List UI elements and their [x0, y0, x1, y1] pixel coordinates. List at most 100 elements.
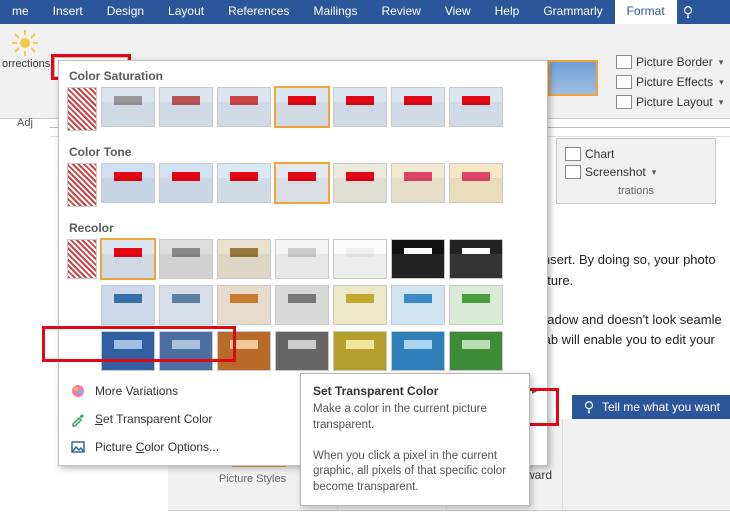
tone-thumb[interactable] — [449, 163, 503, 203]
chart-icon — [565, 147, 581, 161]
tone-thumb[interactable] — [333, 163, 387, 203]
tab-grammarly[interactable]: Grammarly — [531, 0, 614, 24]
tab-insert[interactable]: Insert — [41, 0, 95, 24]
caret-down-icon: ▾ — [719, 97, 724, 108]
corrections-label: orrections — [2, 58, 48, 70]
screenshot-button[interactable]: Screenshot ▾ — [565, 163, 707, 181]
palette-icon — [69, 383, 87, 399]
recolor-thumb[interactable] — [275, 331, 329, 371]
picture-layout-label: Picture Layout — [636, 95, 713, 109]
tab-home[interactable]: me — [0, 0, 41, 24]
recolor-row — [59, 239, 547, 285]
recolor-thumb[interactable] — [275, 239, 329, 279]
picture-effects-button[interactable]: Picture Effects ▾ — [610, 72, 730, 92]
tab-layout[interactable]: Layout — [156, 0, 216, 24]
tab-references[interactable]: References — [216, 0, 301, 24]
recolor-thumb[interactable] — [391, 285, 445, 325]
recolor-thumb[interactable] — [101, 285, 155, 325]
recolor-thumb[interactable] — [333, 285, 387, 325]
caret-down-icon: ▾ — [652, 167, 657, 178]
recolor-thumb[interactable] — [333, 239, 387, 279]
recolor-thumb[interactable] — [217, 331, 271, 371]
recolor-thumb[interactable] — [449, 331, 503, 371]
recolor-thumb[interactable] — [449, 239, 503, 279]
saturation-thumb[interactable] — [217, 87, 271, 127]
picture-layout-button[interactable]: Picture Layout ▾ — [610, 92, 730, 112]
recolor-thumb[interactable] — [391, 239, 445, 279]
caret-down-icon: ▾ — [719, 57, 724, 68]
screenshot-label: Screenshot — [585, 165, 646, 179]
saturation-thumb[interactable] — [101, 87, 155, 127]
saturation-thumb[interactable] — [159, 87, 213, 127]
border-icon — [616, 55, 632, 69]
picture-border-button[interactable]: Picture Border ▾ — [610, 52, 730, 72]
tone-thumb[interactable] — [275, 163, 329, 203]
tooltip-set-transparent: Set Transparent Color Make a color in th… — [300, 373, 530, 506]
tone-row — [59, 163, 547, 213]
tell-me-icon[interactable] — [677, 0, 699, 24]
picture-effects-label: Picture Effects — [636, 75, 713, 89]
picture-border-label: Picture Border — [636, 55, 713, 69]
screenshot-icon — [565, 165, 581, 179]
recolor-row-2 — [59, 285, 547, 331]
saturation-thumb[interactable] — [333, 87, 387, 127]
recolor-thumb[interactable] — [101, 331, 155, 371]
tab-mailings[interactable]: Mailings — [301, 0, 369, 24]
recolor-thumb[interactable] — [449, 285, 503, 325]
tone-thumb[interactable] — [159, 163, 213, 203]
recolor-thumb[interactable] — [333, 331, 387, 371]
saturation-thumb[interactable] — [391, 87, 445, 127]
recolor-thumb[interactable] — [159, 331, 213, 371]
recolor-thumb[interactable] — [217, 239, 271, 279]
tab-review[interactable]: Review — [369, 0, 432, 24]
brightness-icon — [5, 30, 45, 56]
set-transparent-label: SSet Transparent Coloret Transparent Col… — [95, 412, 212, 426]
tab-format[interactable]: Format — [615, 0, 677, 24]
doc-line: hadow and doesn't look seamle — [540, 312, 722, 327]
recolor-section-title: Recolor — [59, 213, 547, 239]
tone-section-title: Color Tone — [59, 137, 547, 163]
recolor-row-3 — [59, 331, 547, 377]
tone-preset-icon[interactable] — [67, 163, 97, 207]
document-body: insert. By doing so, your photoature. ha… — [540, 250, 730, 369]
picture-style-selected[interactable] — [548, 60, 598, 96]
doc-line: insert. By doing so, your photo — [540, 252, 716, 267]
tone-thumb[interactable] — [101, 163, 155, 203]
picture-format-group: Picture Border ▾ Picture Effects ▾ Picture… — [610, 52, 730, 112]
illustrations-group: Chart Screenshot ▾ trations — [556, 138, 716, 204]
recolor-thumb[interactable] — [275, 285, 329, 325]
recolor-thumb[interactable] — [217, 285, 271, 325]
saturation-section-title: Color Saturation — [59, 61, 547, 87]
more-variations-label: More Variations — [95, 384, 178, 398]
saturation-thumb[interactable] — [449, 87, 503, 127]
tab-design[interactable]: Design — [95, 0, 156, 24]
saturation-preset-icon[interactable] — [67, 87, 97, 131]
chart-button[interactable]: Chart — [565, 145, 707, 163]
saturation-thumb[interactable] — [275, 87, 329, 127]
ribbon-tabstrip: me Insert Design Layout References Maili… — [0, 0, 730, 24]
illustrations-group-label: trations — [565, 185, 707, 197]
tab-help[interactable]: Help — [483, 0, 532, 24]
recolor-preset-icon[interactable] — [67, 239, 97, 279]
doc-line: tab will enable you to edit your — [540, 332, 715, 347]
recolor-thumb[interactable] — [391, 331, 445, 371]
tooltip-title: Set Transparent Color — [313, 384, 517, 398]
eyedropper-icon — [69, 411, 87, 427]
tone-thumb[interactable] — [391, 163, 445, 203]
corrections-button[interactable]: orrections — [0, 24, 50, 119]
layout-icon — [616, 95, 632, 109]
recolor-thumb[interactable] — [101, 239, 155, 279]
sub-tell-me[interactable]: Tell me what you want — [572, 395, 730, 419]
chart-label: Chart — [585, 147, 614, 161]
sub-tab-format[interactable] — [546, 395, 572, 419]
tone-thumb[interactable] — [217, 163, 271, 203]
tooltip-line: When you click a pixel in the current gr… — [313, 450, 506, 493]
format-icon — [69, 439, 87, 455]
tab-view[interactable]: View — [433, 0, 483, 24]
tooltip-body: Make a color in the current picture tran… — [313, 402, 517, 495]
picture-color-options-label: Picture Color Options... — [95, 440, 219, 454]
tooltip-line: Make a color in the current picture tran… — [313, 403, 487, 431]
caret-down-icon: ▾ — [719, 77, 724, 88]
recolor-thumb[interactable] — [159, 285, 213, 325]
recolor-thumb[interactable] — [159, 239, 213, 279]
